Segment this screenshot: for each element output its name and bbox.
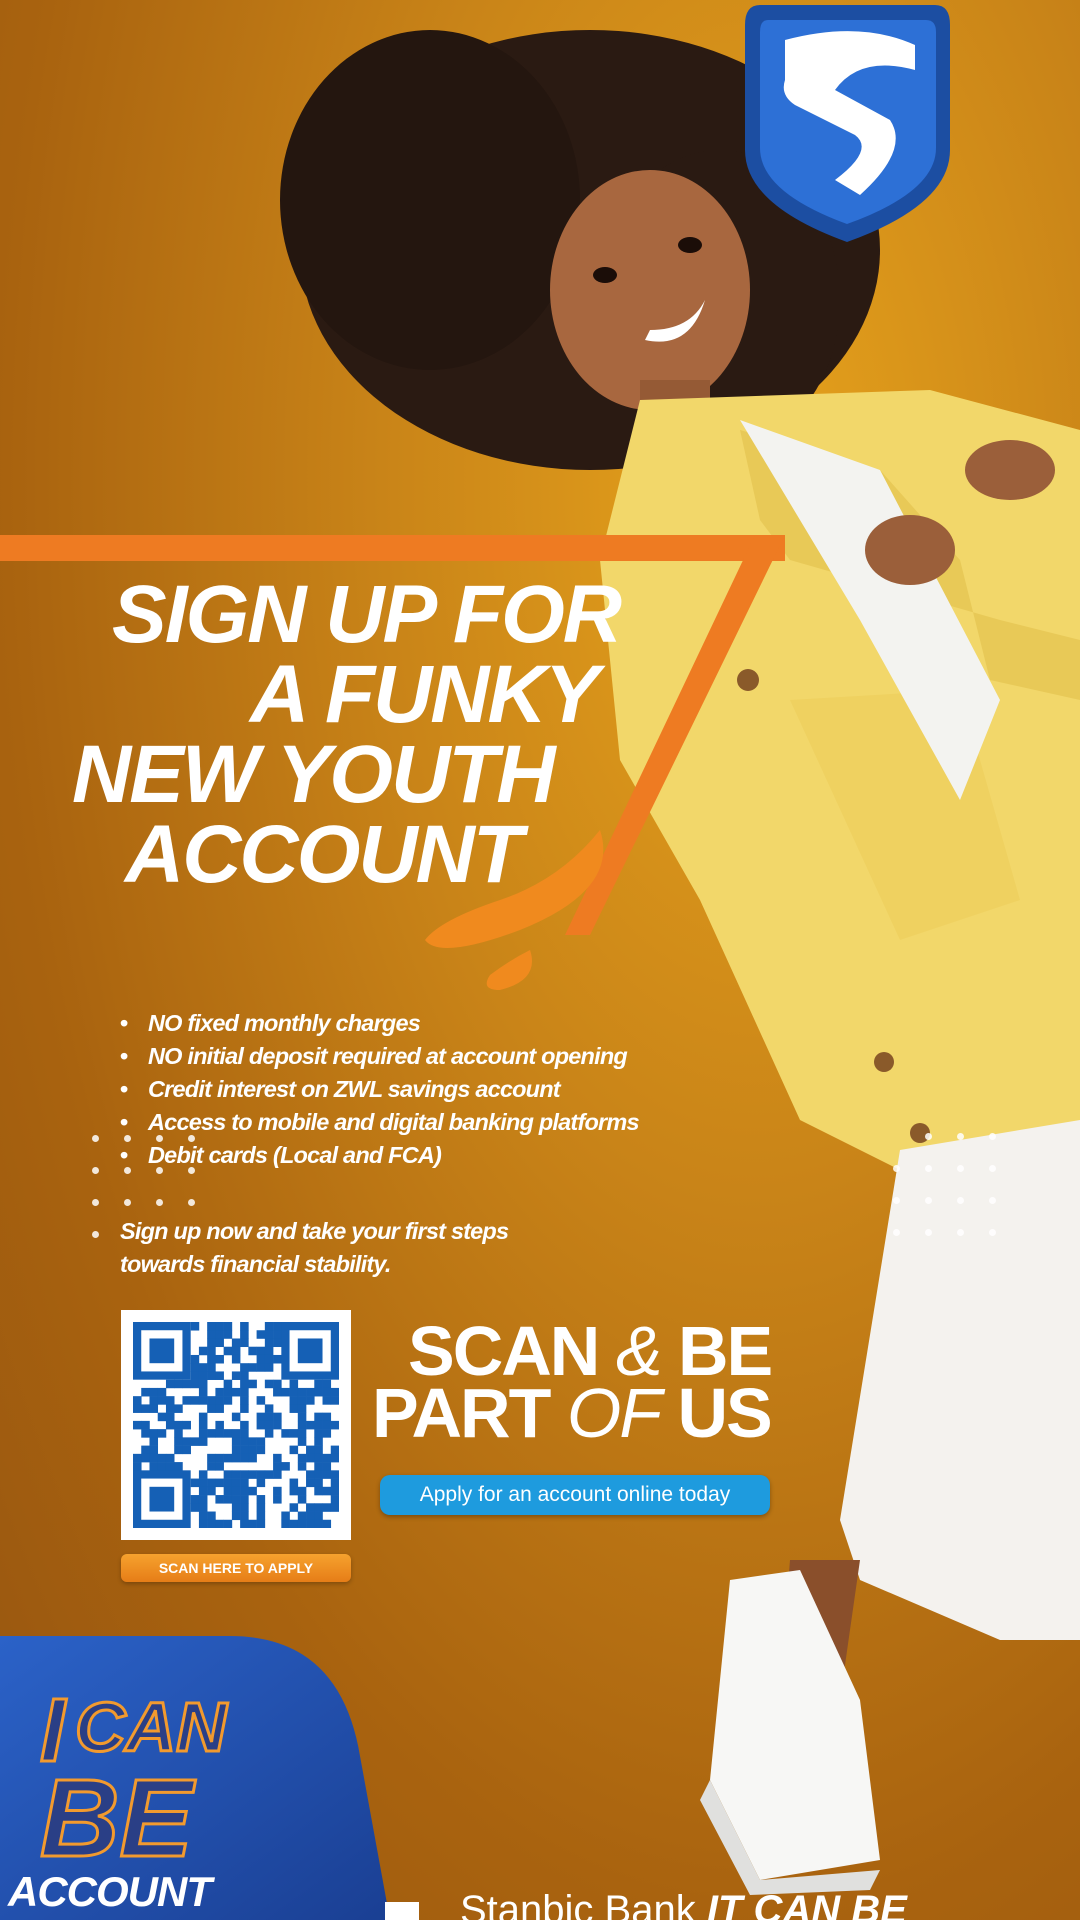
headline-line: NEW YOUTH	[72, 729, 556, 820]
cta-line: towards financial stability.	[120, 1251, 391, 1277]
decor-dot	[188, 1199, 195, 1206]
qr-code[interactable]	[121, 1310, 351, 1540]
decor-dot	[957, 1133, 964, 1140]
headline-line: A FUNKY	[250, 649, 599, 740]
slogan-word: OF	[566, 1374, 662, 1452]
svg-text:CAN: CAN	[75, 1688, 228, 1766]
benefit-item: Access to mobile and digital banking pla…	[120, 1106, 740, 1139]
headline: SIGN UP FOR A FUNKY NEW YOUTH ACCOUNT	[60, 569, 700, 900]
svg-text:BE: BE	[40, 1757, 196, 1880]
badge-subtitle: ACCOUNT	[8, 1868, 212, 1915]
decor-dot	[893, 1197, 900, 1204]
decor-dot	[92, 1199, 99, 1206]
decor-dot	[124, 1167, 131, 1174]
decor-dot	[92, 1167, 99, 1174]
standard-bank-shield-icon	[745, 5, 950, 242]
benefit-item: Debit cards (Local and FCA)	[120, 1139, 740, 1172]
decor-dot	[925, 1197, 932, 1204]
slogan: SCAN & BE PART OF US	[372, 1316, 782, 1448]
decor-dot	[957, 1229, 964, 1236]
decor-dot	[925, 1133, 932, 1140]
decor-dot	[124, 1135, 131, 1142]
decor-dot	[989, 1165, 996, 1172]
slogan-word: US	[677, 1374, 772, 1452]
decor-dot	[989, 1229, 996, 1236]
slogan-line-2: PART OF US	[372, 1378, 782, 1448]
advert-poster: SIGN UP FOR A FUNKY NEW YOUTH ACCOUNT NO…	[0, 0, 1080, 1920]
slogan-line-1: SCAN & BE	[372, 1316, 782, 1386]
call-to-action-text: Sign up now and take your first steps to…	[120, 1215, 640, 1281]
benefits-list: NO fixed monthly charges NO initial depo…	[120, 1007, 740, 1172]
headline-line: SIGN UP FOR	[112, 569, 622, 660]
decor-dot	[989, 1197, 996, 1204]
benefit-item: NO fixed monthly charges	[120, 1007, 740, 1040]
benefit-item: Credit interest on ZWL savings account	[120, 1073, 740, 1106]
decor-dot	[957, 1197, 964, 1204]
decor-dot	[925, 1229, 932, 1236]
footer-square-icon	[385, 1902, 419, 1920]
decor-dot	[92, 1231, 99, 1238]
tagline: IT CAN BE	[706, 1888, 907, 1920]
decor-dot	[92, 1135, 99, 1142]
slogan-word: PART	[372, 1374, 551, 1452]
decor-dot	[893, 1165, 900, 1172]
qr-code-icon	[133, 1322, 339, 1528]
scan-here-button[interactable]: SCAN HERE TO APPLY	[121, 1554, 351, 1582]
decor-dot	[156, 1135, 163, 1142]
decor-dot	[188, 1167, 195, 1174]
cta-line: Sign up now and take your first steps	[120, 1218, 509, 1244]
benefit-item: NO initial deposit required at account o…	[120, 1040, 740, 1073]
decor-dot	[989, 1133, 996, 1140]
decor-dot	[893, 1229, 900, 1236]
apply-online-button[interactable]: Apply for an account online today	[380, 1475, 770, 1515]
decor-dot	[156, 1167, 163, 1174]
decor-dot	[188, 1135, 195, 1142]
headline-line: ACCOUNT	[125, 809, 523, 900]
decor-dot	[957, 1165, 964, 1172]
decor-dot	[925, 1165, 932, 1172]
bank-name: Stanbic Bank	[460, 1888, 696, 1920]
footer-tagline: Stanbic Bank IT CAN BE	[460, 1888, 907, 1920]
decor-dot	[124, 1199, 131, 1206]
decor-dot	[156, 1199, 163, 1206]
